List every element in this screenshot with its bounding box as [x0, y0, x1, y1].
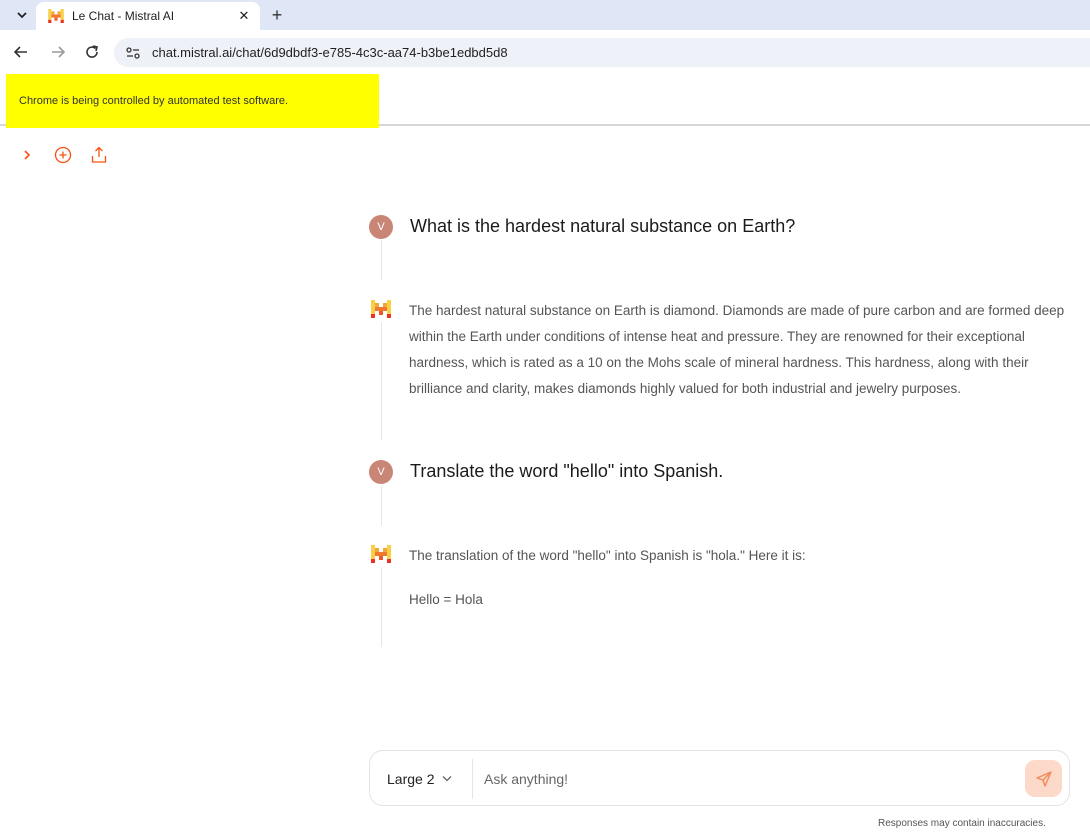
- timeline-line: [381, 240, 382, 280]
- user-avatar: V: [369, 460, 393, 484]
- reload-icon[interactable]: [80, 40, 104, 64]
- back-arrow-icon[interactable]: [9, 40, 33, 64]
- browser-tab[interactable]: Le Chat - Mistral AI ✕: [36, 2, 260, 30]
- new-chat-plus-icon[interactable]: [52, 144, 74, 166]
- browser-toolbar: chat.mistral.ai/chat/6d9dbdf3-e785-4c3c-…: [0, 30, 1090, 74]
- tab-search-chevron-icon[interactable]: [9, 4, 35, 26]
- mistral-logo-icon: [371, 545, 391, 563]
- disclaimer: Responses may contain inaccuracies.: [878, 818, 1046, 829]
- chat-composer: Large 2: [369, 750, 1070, 806]
- site-info-icon[interactable]: [124, 44, 142, 62]
- mistral-logo-icon: [48, 9, 64, 23]
- url-text: chat.mistral.ai/chat/6d9dbdf3-e785-4c3c-…: [152, 45, 508, 60]
- model-selector[interactable]: Large 2: [387, 767, 452, 791]
- assistant-message-text: Hello = Hola: [409, 592, 483, 607]
- chat-toolbar: [16, 144, 110, 166]
- address-bar[interactable]: chat.mistral.ai/chat/6d9dbdf3-e785-4c3c-…: [114, 38, 1090, 67]
- forward-arrow-icon[interactable]: [46, 40, 70, 64]
- expand-sidebar-chevron-icon[interactable]: [16, 144, 38, 166]
- user-message-text: Translate the word "hello" into Spanish.: [410, 461, 724, 481]
- model-selector-label: Large 2: [387, 771, 435, 787]
- mistral-logo-icon: [371, 300, 391, 318]
- chevron-down-icon: [442, 774, 452, 785]
- tab-title: Le Chat - Mistral AI: [72, 9, 175, 23]
- infobar: Chrome is being controlled by automated …: [0, 74, 1090, 128]
- assistant-message-text: The translation of the word "hello" into…: [409, 548, 806, 563]
- tab-close-icon[interactable]: ✕: [234, 6, 254, 26]
- timeline-line: [381, 486, 382, 526]
- send-button[interactable]: [1025, 760, 1062, 797]
- user-avatar: V: [369, 215, 393, 239]
- automation-notice: Chrome is being controlled by automated …: [6, 74, 379, 128]
- browser-tabstrip: Le Chat - Mistral AI ✕ +: [0, 0, 1090, 30]
- new-tab-button[interactable]: +: [266, 4, 288, 26]
- timeline-line: [381, 322, 382, 440]
- share-upload-icon[interactable]: [88, 144, 110, 166]
- composer-divider: [472, 759, 473, 799]
- message-input[interactable]: [484, 767, 1004, 791]
- assistant-message-text: The hardest natural substance on Earth i…: [409, 303, 1065, 396]
- timeline-line: [381, 567, 382, 647]
- send-icon: [1035, 770, 1052, 787]
- user-message-text: What is the hardest natural substance on…: [410, 216, 796, 236]
